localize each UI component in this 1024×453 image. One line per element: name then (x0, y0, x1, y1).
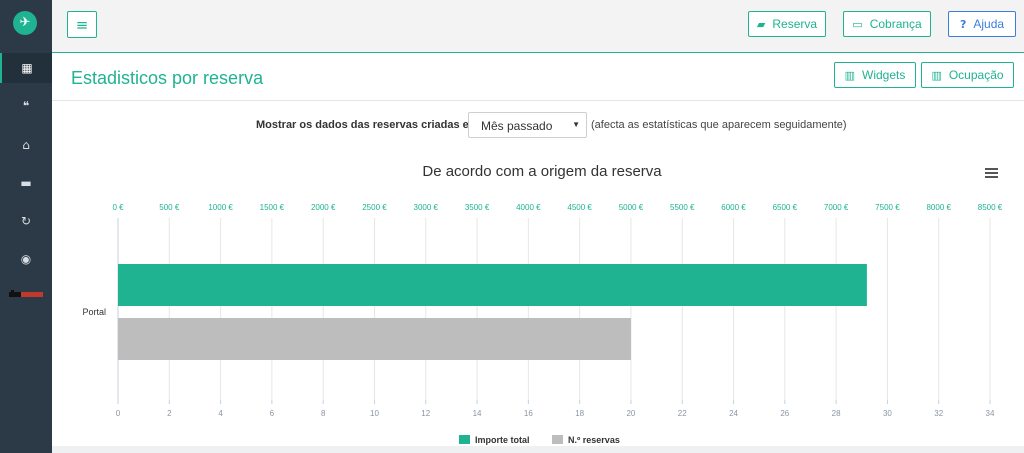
refresh-icon: ↻ (20, 214, 32, 228)
bottom-tick-label: 20 (626, 409, 635, 418)
legend-swatch (552, 435, 563, 444)
bottom-tick-label: 16 (524, 409, 533, 418)
page-title: Estadisticos por reserva (71, 68, 264, 88)
ajuda-label: Ajuda (973, 17, 1005, 31)
bottom-tick-label: 32 (934, 409, 943, 418)
top-tick-label: 2500 € (362, 203, 387, 212)
home-icon: ⌂ (22, 138, 30, 152)
book-icon: ▰ (756, 17, 766, 31)
bottom-tick-label: 8 (321, 409, 326, 418)
bottom-tick-label: 22 (678, 409, 687, 418)
category-label: Portal (82, 307, 106, 317)
top-tick-label: 5500 € (670, 203, 695, 212)
top-axis: 0 € 500 € 1000 € 1500 € 2000 € 2500 € 3000 € 35… (112, 203, 1002, 212)
bottom-tick-label: 28 (832, 409, 841, 418)
top-tick-label: 4500 € (567, 203, 592, 212)
hamburger-icon-line (985, 176, 998, 178)
bottom-tick-label: 6 (270, 409, 275, 418)
top-tick-label: 5000 € (619, 203, 644, 212)
cobranca-label: Cobrança (869, 17, 922, 31)
partner-logo[interactable] (9, 289, 43, 299)
briefcase-icon: ▬ (20, 176, 32, 190)
menu-toggle-button[interactable]: ≡ (67, 11, 97, 38)
hamburger-icon: ≡ (75, 15, 89, 34)
bottom-tick-label: 34 (986, 409, 995, 418)
sidebar-item-calendar[interactable]: ▦ (0, 53, 52, 83)
bottom-tick-label: 0 (116, 409, 121, 418)
bar-chart-icon: ▥ (931, 68, 942, 82)
ocupacao-label: Ocupação (948, 68, 1004, 82)
top-tick-label: 0 € (112, 203, 124, 212)
bar-chart-icon: ▥ (844, 68, 856, 82)
widgets-label: Widgets (862, 68, 906, 82)
bar-importe-total[interactable] (118, 264, 867, 306)
bar-chart: 0 € 500 € 1000 € 1500 € 2000 € 2500 € 3000 € 35… (82, 163, 1002, 445)
hamburger-icon (985, 168, 998, 170)
sidebar-item-briefcase[interactable]: ▬ (0, 168, 52, 198)
top-tick-label: 3500 € (465, 203, 490, 212)
bottom-tick-label: 10 (370, 409, 379, 418)
cobranca-button[interactable]: ▭ Cobrança (843, 11, 931, 37)
sidebar-item-chat[interactable]: ❝ (0, 91, 52, 121)
bottom-tick-label: 2 (167, 409, 172, 418)
legend-label: N.º reservas (568, 435, 620, 445)
chart-grid (117, 218, 991, 400)
chart-legend: Importe total N.º reservas (459, 435, 620, 445)
widgets-button[interactable]: ▥ Widgets (834, 62, 916, 88)
filter-note: (afecta as estatísticas que aparecem seg… (591, 119, 847, 131)
chart-title: De acordo com a origem da reserva (422, 163, 662, 180)
sidebar: ✈ ▦ ❝ ⌂ ▬ ↻ ◉ (0, 0, 52, 453)
legend-item-n-reservas[interactable]: N.º reservas (552, 435, 620, 445)
globe-icon: ◉ (20, 252, 32, 266)
chart-container: 0 € 500 € 1000 € 1500 € 2000 € 2500 € 3000 € 35… (52, 146, 1024, 446)
page-header: Estadisticos por reserva ▥ Widgets ▥ Ocu… (52, 54, 1024, 101)
chart-menu-button[interactable] (985, 168, 998, 178)
sidebar-item-home[interactable]: ⌂ (0, 130, 52, 160)
question-icon: ? (959, 17, 967, 31)
top-tick-label: 3000 € (414, 203, 439, 212)
top-tick-label: 1500 € (260, 203, 285, 212)
date-filter: Mostrar os dados das reservas criadas em… (52, 112, 1024, 138)
bottom-tick-label: 14 (473, 409, 482, 418)
chat-icon: ❝ (22, 99, 30, 113)
top-tick-label: 8500 € (978, 203, 1003, 212)
credit-card-icon: ▭ (852, 17, 863, 31)
legend-label: Importe total (475, 435, 530, 445)
reserva-label: Reserva (772, 17, 818, 31)
period-select[interactable]: Mês passado ▼ (468, 112, 587, 138)
top-tick-label: 6500 € (773, 203, 798, 212)
top-tick-label: 500 € (159, 203, 180, 212)
reserva-button[interactable]: ▰ Reserva (748, 11, 826, 37)
top-tick-label: 4000 € (516, 203, 541, 212)
bottom-tick-label: 30 (883, 409, 892, 418)
top-tick-label: 1000 € (208, 203, 233, 212)
ajuda-button[interactable]: ? Ajuda (948, 11, 1016, 37)
bottom-tick-label: 18 (575, 409, 584, 418)
rocket-icon[interactable]: ✈ (13, 11, 37, 35)
ocupacao-button[interactable]: ▥ Ocupação (921, 62, 1014, 88)
bottom-tick-label: 4 (218, 409, 223, 418)
bar-n-reservas[interactable] (118, 318, 631, 360)
top-tick-label: 7000 € (824, 203, 849, 212)
top-tick-label: 2000 € (311, 203, 336, 212)
period-select-value: Mês passado (481, 119, 553, 133)
top-tick-label: 8000 € (926, 203, 951, 212)
top-tick-label: 6000 € (721, 203, 746, 212)
bottom-tick-label: 12 (421, 409, 430, 418)
calendar-icon: ▦ (21, 61, 33, 75)
caret-down-icon: ▼ (572, 120, 580, 129)
hamburger-icon-line (985, 172, 998, 174)
page-bottom-strip (52, 446, 1024, 453)
top-tick-label: 7500 € (875, 203, 900, 212)
chart-bars (118, 264, 867, 360)
sidebar-item-refresh[interactable]: ↻ (0, 206, 52, 236)
sidebar-item-globe[interactable]: ◉ (0, 244, 52, 274)
top-bar: ≡ ▰ Reserva ▭ Cobrança ? Ajuda (52, 0, 1024, 53)
legend-swatch (459, 435, 470, 444)
filter-label: Mostrar os dados das reservas criadas em… (256, 119, 483, 131)
bottom-axis: 0 2 4 6 8 10 12 14 16 18 20 22 24 26 28 30 32 34 (116, 400, 995, 418)
legend-item-importe-total[interactable]: Importe total (459, 435, 530, 445)
bottom-tick-label: 24 (729, 409, 738, 418)
bottom-tick-label: 26 (780, 409, 789, 418)
